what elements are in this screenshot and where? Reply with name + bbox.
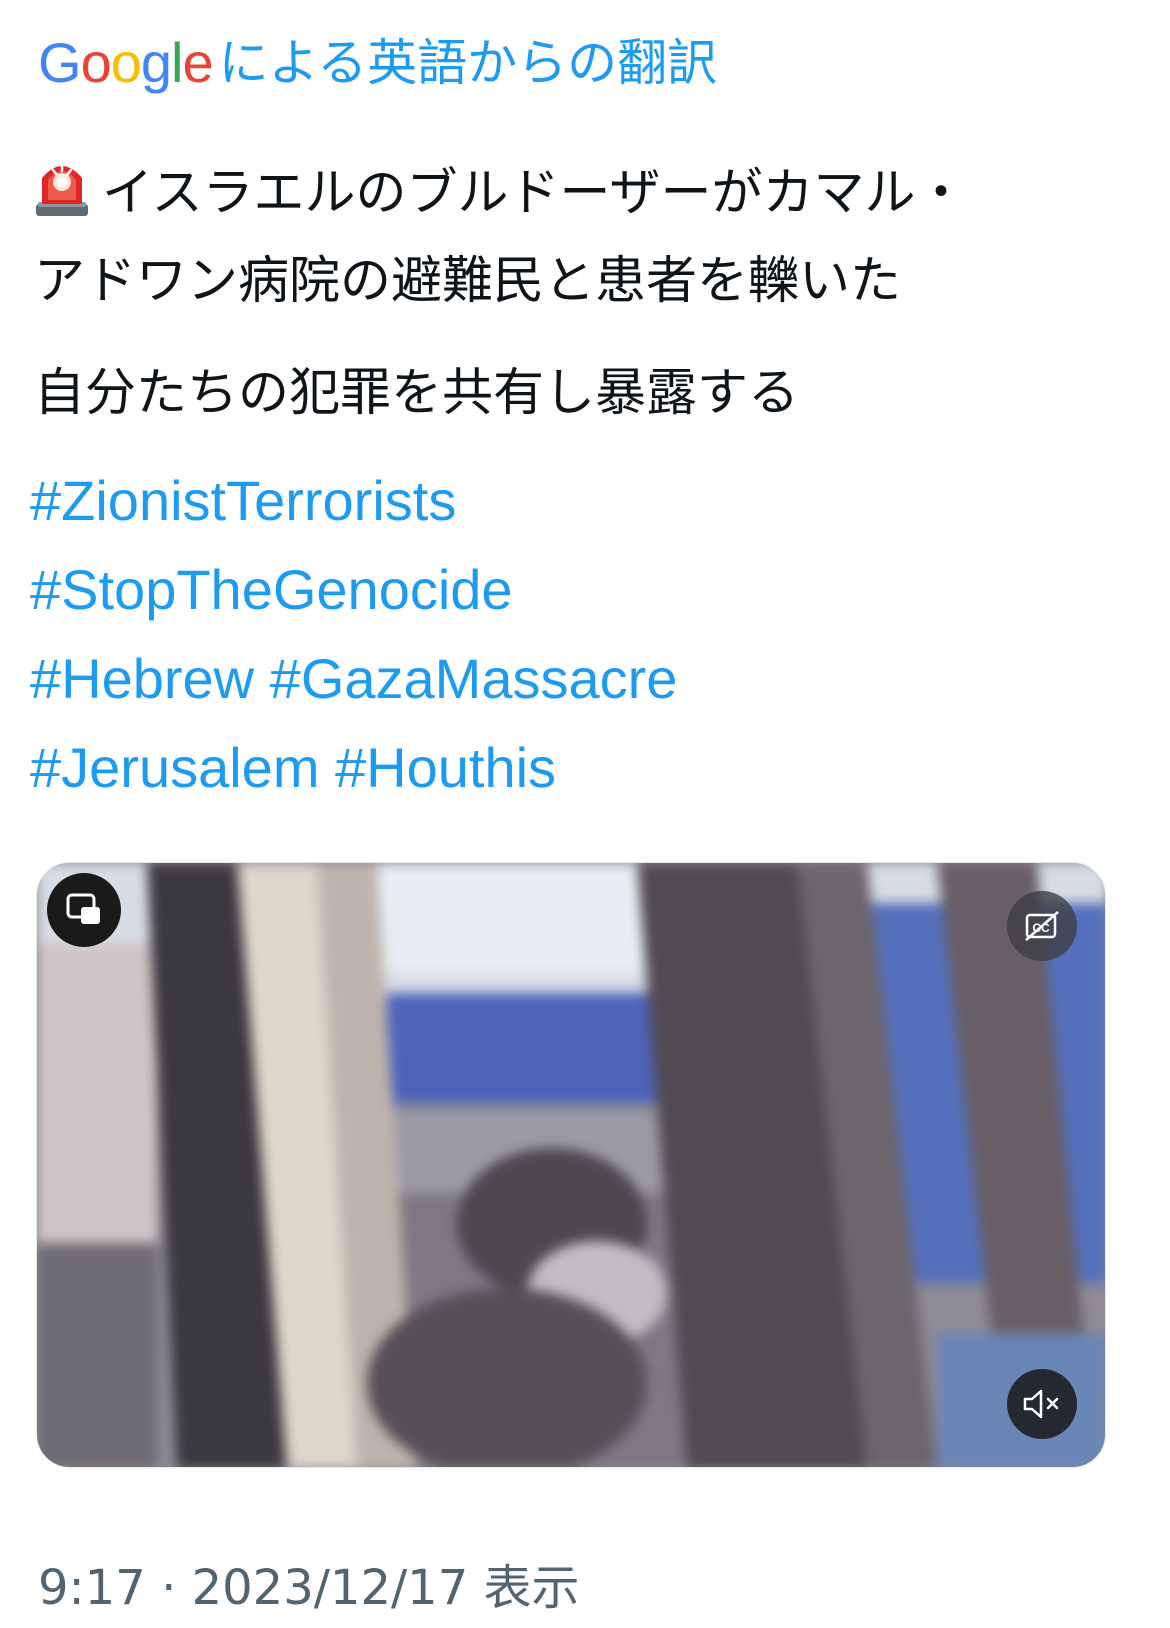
hashtag-row: #Hebrew #GazaMassacre [30, 634, 1130, 723]
hashtag-row: #StopTheGenocide [30, 545, 1130, 634]
tweet-text-content: イスラエルのブルドーザーがカマル・ [102, 164, 967, 223]
hashtag-link[interactable]: #ZionistTerrorists [30, 469, 456, 532]
google-logo-letter: e [182, 31, 213, 94]
picture-in-picture-icon [66, 893, 100, 924]
tweet-text-line-1: イスラエルのブルドーザーがカマル・ [34, 150, 1134, 238]
tweet-views-label: 表示 [483, 1560, 580, 1616]
rotating-light-icon [36, 163, 88, 216]
tweet-date[interactable]: 2023/12/17 [192, 1560, 469, 1616]
hashtag-link[interactable]: #StopTheGenocide [30, 558, 513, 621]
captions-off-icon: CC [1025, 911, 1059, 941]
google-logo-letter: l [171, 31, 183, 94]
meta-separator: · [161, 1560, 192, 1616]
translation-attribution[interactable]: Google による英語からの翻訳 [38, 28, 717, 98]
hashtag-link[interactable]: #Houthis [335, 736, 556, 799]
google-logo: Google [38, 35, 214, 91]
hashtag-list: #ZionistTerrorists #StopTheGenocide #Hebre… [30, 456, 1130, 812]
mute-button[interactable] [1007, 1369, 1077, 1439]
captions-toggle-button[interactable]: CC [1007, 891, 1077, 961]
picture-in-picture-button[interactable] [47, 873, 121, 947]
google-logo-letter: G [38, 31, 82, 94]
google-logo-letter: o [110, 31, 142, 94]
tweet-time[interactable]: 9:17 [38, 1560, 146, 1616]
hashtag-row: #ZionistTerrorists [30, 456, 1130, 545]
hashtag-link[interactable]: #Hebrew [30, 647, 254, 710]
tweet-text-line-2: アドワン病院の避難民と患者を轢いた [34, 252, 902, 311]
volume-muted-icon [1023, 1389, 1059, 1419]
google-logo-letter: o [80, 31, 112, 94]
tweet-text: イスラエルのブルドーザーがカマル・ アドワン病院の避難民と患者を轢いた 自分たち… [34, 150, 1134, 438]
hashtag-link[interactable]: #Jerusalem [30, 736, 319, 799]
video-frame [37, 863, 1105, 1467]
tweet-meta: 9:17 · 2023/12/17 表示 [38, 1548, 1158, 1628]
hashtag-row: #Jerusalem #Houthis [30, 723, 1130, 812]
hashtag-link[interactable]: #GazaMassacre [270, 647, 678, 710]
google-logo-letter: g [140, 31, 172, 94]
tweet-text-line-3: 自分たちの犯罪を共有し暴露する [34, 364, 800, 423]
translation-label: による英語からの翻訳 [218, 34, 718, 92]
video-player[interactable]: CC [36, 862, 1106, 1468]
